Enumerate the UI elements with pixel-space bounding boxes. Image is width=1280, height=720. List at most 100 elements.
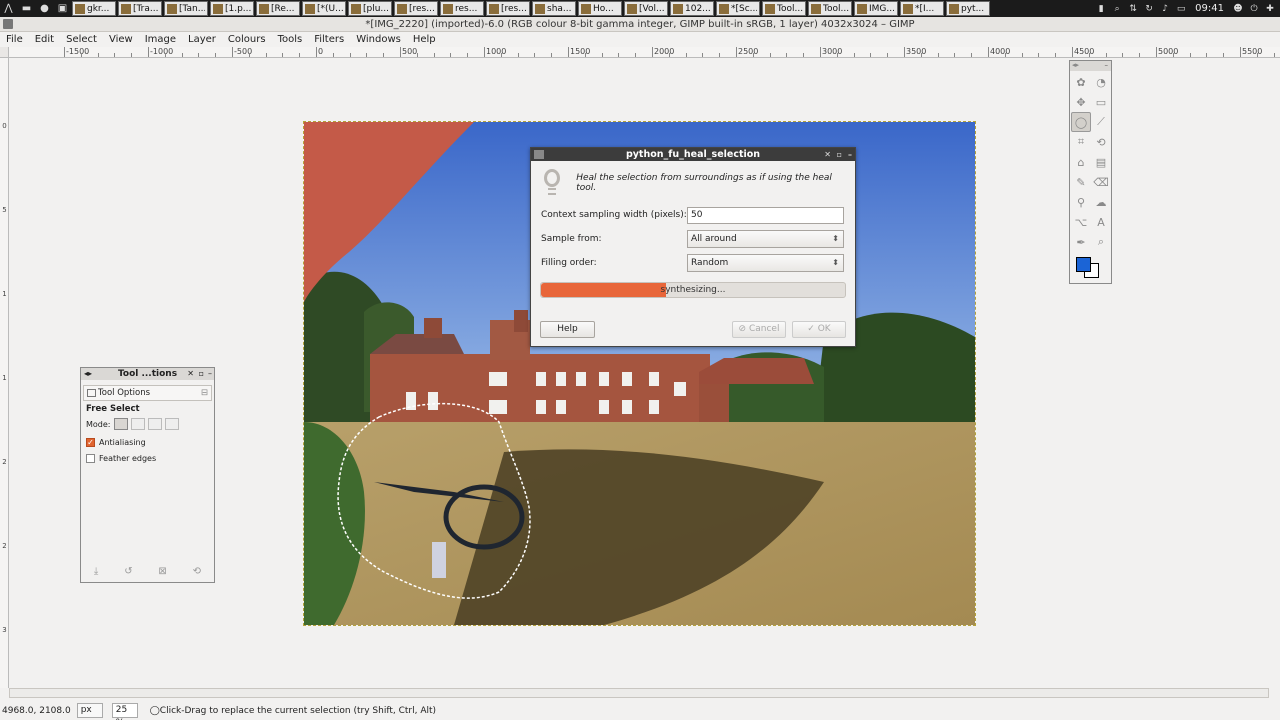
taskbar-task[interactable]: Tool... bbox=[808, 1, 852, 16]
taskbar-task[interactable]: IMG... bbox=[854, 1, 898, 16]
user-icon[interactable]: ☻ bbox=[1232, 3, 1244, 15]
horizontal-scrollbar[interactable] bbox=[9, 688, 1269, 698]
maximize-icon[interactable]: ▫ bbox=[837, 148, 842, 161]
help-button[interactable]: Help bbox=[540, 321, 595, 338]
mode-subtract-button[interactable] bbox=[147, 418, 162, 430]
minimize-icon[interactable]: – bbox=[208, 368, 212, 380]
taskbar-task[interactable]: Tool... bbox=[762, 1, 806, 16]
taskbar-task[interactable]: gkr... bbox=[72, 1, 116, 16]
taskbar-task[interactable]: [res... bbox=[486, 1, 530, 16]
close-icon[interactable]: ✕ bbox=[187, 368, 194, 380]
taskbar-task[interactable]: [Tan... bbox=[164, 1, 208, 16]
eraser-tool-icon[interactable]: ⌫ bbox=[1091, 172, 1111, 192]
move-tool-icon[interactable]: ✥ bbox=[1071, 92, 1091, 112]
menu-image[interactable]: Image bbox=[139, 34, 182, 45]
antialiasing-checkbox-row[interactable]: ✓ Antialiasing bbox=[86, 438, 209, 447]
taskbar-task[interactable]: sha... bbox=[532, 1, 576, 16]
menu-edit[interactable]: Edit bbox=[29, 34, 60, 45]
taskbar-task[interactable]: *[Sc... bbox=[716, 1, 760, 16]
tab-tool-options[interactable]: Tool Options ⊟ bbox=[83, 385, 212, 400]
mode-intersect-button[interactable] bbox=[164, 418, 179, 430]
clone-tool-icon[interactable]: ⚲ bbox=[1071, 192, 1091, 212]
vertical-ruler[interactable]: 0 5 1 1 2 2 3 bbox=[0, 58, 9, 688]
fuzzy-select-tool-icon[interactable]: ⟋ bbox=[1091, 112, 1111, 132]
dock-menu-icon[interactable]: ◂▸ bbox=[84, 368, 92, 380]
path-tool-icon[interactable]: ⌥ bbox=[1071, 212, 1091, 232]
volume-icon[interactable]: ♪ bbox=[1159, 3, 1171, 15]
taskbar-task[interactable]: Ho... bbox=[578, 1, 622, 16]
menu-filters[interactable]: Filters bbox=[308, 34, 350, 45]
mode-add-button[interactable] bbox=[130, 418, 145, 430]
horizontal-ruler[interactable]: -1500 -1000 -500 0 500 1000 1500 2000 2500 3000 35… bbox=[9, 47, 1280, 58]
battery-icon[interactable]: ▭ bbox=[1175, 3, 1187, 15]
delete-options-icon[interactable]: ⊠ bbox=[158, 566, 166, 577]
crop-tool-icon[interactable]: ⌗ bbox=[1071, 132, 1091, 152]
dialog-window-icon[interactable] bbox=[534, 150, 544, 159]
tray-app-icon[interactable]: ▮ bbox=[1095, 3, 1107, 15]
maximize-icon[interactable]: ▫ bbox=[199, 368, 204, 380]
taskbar-task[interactable]: pyt... bbox=[946, 1, 990, 16]
taskbar-task[interactable]: *[I... bbox=[900, 1, 944, 16]
close-icon[interactable]: ✕ bbox=[824, 148, 831, 161]
restore-options-icon[interactable]: ↺ bbox=[124, 566, 132, 577]
transform-tool-icon[interactable]: ⟲ bbox=[1091, 132, 1111, 152]
taskbar-task[interactable]: [1.p... bbox=[210, 1, 254, 16]
foreground-color-swatch[interactable] bbox=[1076, 257, 1091, 272]
text-tool-icon[interactable]: A bbox=[1091, 212, 1111, 232]
taskbar-task[interactable]: [res... bbox=[394, 1, 438, 16]
show-desktop-icon[interactable]: ▬ bbox=[18, 1, 35, 16]
reset-options-icon[interactable]: ⟲ bbox=[193, 566, 201, 577]
minimize-icon[interactable]: – bbox=[848, 148, 852, 161]
cancel-button[interactable]: ⊘ Cancel bbox=[732, 321, 786, 338]
menu-colours[interactable]: Colours bbox=[222, 34, 272, 45]
warp-tool-icon[interactable]: ⌂ bbox=[1071, 152, 1091, 172]
menu-windows[interactable]: Windows bbox=[350, 34, 407, 45]
menu-view[interactable]: View bbox=[103, 34, 139, 45]
zoom-select[interactable]: 25 % bbox=[111, 703, 138, 720]
ok-button[interactable]: ✓ OK bbox=[792, 321, 846, 338]
menu-file[interactable]: File bbox=[0, 34, 29, 45]
save-options-icon[interactable]: ⤓ bbox=[94, 566, 98, 577]
color-swatches[interactable] bbox=[1074, 255, 1107, 287]
dock-title-bar[interactable]: ◂▸ Tool ...tions ✕ ▫ – bbox=[81, 368, 214, 380]
taskbar-task[interactable]: [*(U... bbox=[302, 1, 346, 16]
taskbar-task[interactable]: [Re... bbox=[256, 1, 300, 16]
gradient-tool-icon[interactable]: ▤ bbox=[1091, 152, 1111, 172]
sample-from-select[interactable]: All around ⬍ bbox=[687, 230, 844, 248]
app-menu-icon[interactable]: ⋀ bbox=[0, 1, 17, 16]
feather-checkbox-row[interactable]: Feather edges bbox=[86, 454, 209, 463]
unit-select[interactable]: px bbox=[76, 703, 103, 718]
free-select-tool-icon[interactable]: ◯ bbox=[1071, 112, 1091, 132]
keyboard-layout-flag-icon[interactable]: ✚ bbox=[1264, 3, 1276, 15]
paintbrush-tool-icon[interactable]: ✎ bbox=[1071, 172, 1091, 192]
menu-tools[interactable]: Tools bbox=[272, 34, 309, 45]
gimp-app-icon[interactable] bbox=[3, 19, 13, 29]
mode-replace-button[interactable] bbox=[113, 418, 128, 430]
menu-layer[interactable]: Layer bbox=[182, 34, 222, 45]
filling-order-select[interactable]: Random ⬍ bbox=[687, 254, 844, 272]
dialog-title-bar[interactable]: python_fu_heal_selection ✕ ▫ – bbox=[531, 148, 855, 161]
search-icon[interactable]: ⌕ bbox=[1111, 3, 1123, 15]
taskbar-task[interactable]: res... bbox=[440, 1, 484, 16]
taskbar-task[interactable]: [Vol... bbox=[624, 1, 668, 16]
window-switcher-icon[interactable]: ▣ bbox=[54, 1, 71, 16]
context-width-input[interactable]: 50 bbox=[687, 206, 844, 224]
power-icon[interactable]: ⏻ bbox=[1248, 3, 1260, 15]
ruler-corner[interactable] bbox=[0, 47, 9, 58]
color-picker-tool-icon[interactable]: ✒ bbox=[1071, 232, 1091, 252]
tab-menu-icon[interactable]: ⊟ bbox=[201, 388, 208, 398]
toolbox-title-bar[interactable]: ◂▸ – bbox=[1070, 61, 1111, 71]
close-icon[interactable]: – bbox=[1105, 61, 1109, 69]
menu-select[interactable]: Select bbox=[60, 34, 103, 45]
clock[interactable]: 09:41 bbox=[1195, 3, 1224, 14]
antialiasing-checkbox[interactable]: ✓ bbox=[86, 438, 95, 447]
sync-icon[interactable]: ↻ bbox=[1143, 3, 1155, 15]
feather-edges-checkbox[interactable] bbox=[86, 454, 95, 463]
taskbar-task[interactable]: [plu... bbox=[348, 1, 392, 16]
zoom-tool-icon[interactable]: ⌕ bbox=[1091, 232, 1111, 252]
smudge-tool-icon[interactable]: ☁ bbox=[1091, 192, 1111, 212]
menu-help[interactable]: Help bbox=[407, 34, 442, 45]
taskbar-task[interactable]: 102... bbox=[670, 1, 714, 16]
toolbox-menu-icon[interactable]: ◂▸ bbox=[1072, 61, 1079, 69]
taskbar-task[interactable]: [Tra... bbox=[118, 1, 162, 16]
